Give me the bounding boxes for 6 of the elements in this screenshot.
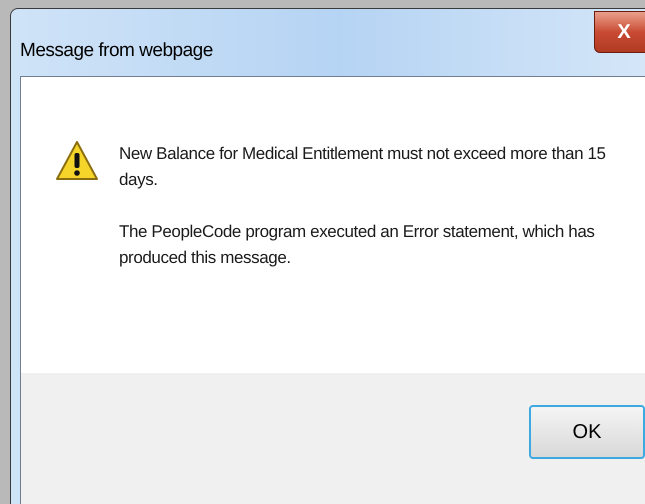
- message-text: New Balance for Medical Entitlement must not exceed more than 15 days.: [119, 143, 607, 191]
- warning-icon: [55, 139, 99, 183]
- window-title: Message from webpage: [20, 39, 213, 63]
- close-button[interactable]: X: [594, 11, 645, 53]
- message-text: The PeopleCode program executed an Error statement, which has produced this message.: [119, 221, 596, 269]
- ok-button[interactable]: OK: [529, 405, 645, 459]
